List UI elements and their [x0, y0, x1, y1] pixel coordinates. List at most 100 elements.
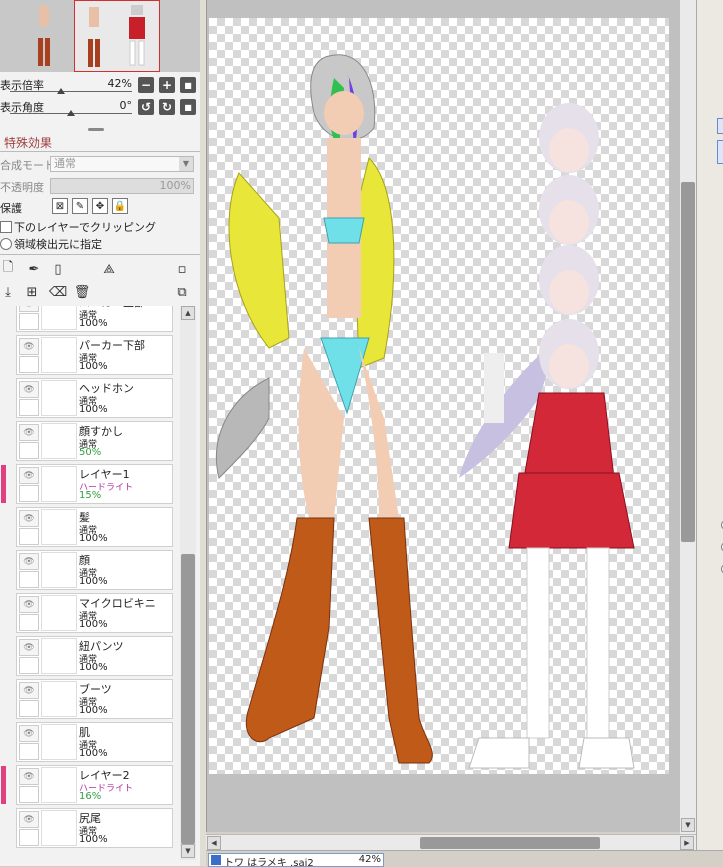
canvas-viewport[interactable] [206, 0, 697, 832]
layer-thumbnail [41, 595, 77, 631]
eye-icon[interactable]: 👁 [19, 811, 39, 828]
angle-reset-button[interactable]: ■ [180, 99, 196, 115]
layer-opacity: 100% [79, 662, 108, 673]
canvas-horizontal-scrollbar[interactable]: ◀ ▶ [206, 834, 696, 851]
effects-divider [0, 151, 200, 152]
layer-row[interactable]: 👁 ヘッドホン 通常 100% [16, 378, 173, 418]
layer-mask-icon[interactable]: ▫ [174, 261, 190, 277]
rotate-left-icon[interactable]: ↺ [138, 99, 154, 115]
right-panel-tab-2[interactable] [717, 140, 723, 164]
merge-down-icon[interactable]: ⤓ [0, 284, 16, 300]
opacity-slider[interactable]: 100% [50, 178, 194, 194]
character-2-head-studies [539, 103, 599, 315]
canvas-vertical-scrollbar[interactable]: ▼ [680, 0, 696, 834]
navigator-viewport-frame[interactable] [74, 0, 160, 72]
angle-slider-knob[interactable] [67, 110, 75, 116]
scroll-down-icon[interactable]: ▼ [181, 844, 195, 858]
layer-lock-toggle[interactable] [19, 614, 39, 631]
angle-row: 表示角度 0° ↺ ↻ ■ [0, 96, 200, 118]
new-layer-icon[interactable]: 🗋 [0, 260, 16, 277]
layer-row[interactable]: 👁 顔通常 100% [16, 550, 173, 590]
left-panel: 表示倍率 42% − + ■ 表示角度 0° ↺ ↻ ■ 特殊効果 合成モード … [0, 0, 200, 866]
eye-icon[interactable]: 👁 [19, 467, 39, 484]
eye-icon[interactable]: 👁 [19, 424, 39, 441]
canvas-scroll-down-icon[interactable]: ▼ [681, 818, 695, 832]
layer-row[interactable]: 👁 顔すかし 通常 50% [16, 421, 173, 461]
rotate-right-icon[interactable]: ↻ [159, 99, 175, 115]
eye-icon[interactable]: 👁 [19, 338, 39, 355]
layer-row[interactable]: 👁パーカー上部通常100% [16, 306, 173, 332]
layer-row[interactable]: 👁 レイヤー1 ハードライト 15% [1, 464, 173, 504]
layer-row[interactable]: 👁 肌通常 100% [16, 722, 173, 762]
layer-row[interactable]: 👁 パーカー下部 通常 100% [16, 335, 173, 375]
eye-icon[interactable]: 👁 [19, 596, 39, 613]
layer-lock-toggle[interactable] [19, 829, 39, 846]
blend-mode-label: 合成モード [0, 159, 55, 172]
eye-icon[interactable]: 👁 [19, 510, 39, 527]
duplicate-layer-icon[interactable]: ⊞ [24, 284, 40, 300]
protect-pen-icon[interactable]: ✎ [72, 198, 88, 214]
eye-icon[interactable]: 👁 [19, 639, 39, 656]
layer-lock-toggle[interactable] [19, 442, 39, 459]
layer-lock-toggle[interactable] [19, 743, 39, 760]
zoom-slider-knob[interactable] [57, 88, 66, 94]
zoom-slider[interactable] [10, 91, 132, 92]
layer-lock-toggle[interactable] [19, 528, 39, 545]
layer-row[interactable]: 👁 髪通常 100% [16, 507, 173, 547]
layer-lock-toggle[interactable] [19, 700, 39, 717]
canvas-v-scroll-thumb[interactable] [681, 182, 695, 542]
eye-icon[interactable]: 👁 [19, 381, 39, 398]
new-pen-layer-icon[interactable]: ✒ [26, 261, 42, 277]
layer-row[interactable]: 👁 マイクロビキニ 通常 100% [16, 593, 173, 633]
clear-layer-icon[interactable]: ⌫ [49, 284, 67, 300]
effects-title: 特殊効果 [4, 136, 53, 150]
zoom-in-button[interactable]: + [159, 77, 175, 93]
eye-icon[interactable]: 👁 [19, 553, 39, 570]
layer-list-scroll-thumb[interactable] [181, 554, 195, 844]
clip-checkbox[interactable] [0, 221, 12, 233]
protect-transparency-icon[interactable]: ⊠ [52, 198, 68, 214]
layer-lock-toggle[interactable] [19, 485, 39, 502]
eye-icon[interactable]: 👁 [19, 768, 39, 785]
layer-lock-toggle[interactable] [19, 356, 39, 373]
layer-row[interactable]: 👁 レイヤー2 ハードライト 16% [1, 765, 173, 805]
layer-lock-toggle[interactable] [19, 571, 39, 588]
layer-thumbnail [41, 638, 77, 674]
eye-icon[interactable]: 👁 [19, 725, 39, 742]
layer-opacity: 100% [79, 705, 108, 716]
panel-divider-grip[interactable] [88, 128, 104, 131]
layer-row[interactable]: 👁 紐パンツ 通常 100% [16, 636, 173, 676]
layer-thumbnail [41, 810, 77, 846]
protect-lock-icon[interactable]: 🔒 [112, 198, 128, 214]
zoom-out-button[interactable]: − [138, 77, 154, 93]
blend-mode-select[interactable]: 通常 ▼ [50, 156, 194, 172]
document-tab[interactable]: トワ はラメキ .sai2 42% [208, 853, 384, 867]
layer-row[interactable]: 👁 尻尾 通常 100% [16, 808, 173, 848]
scroll-right-icon[interactable]: ▶ [680, 836, 694, 850]
vector-layer-icon[interactable]: ⟁ [98, 261, 120, 277]
eye-icon[interactable]: 👁 [19, 306, 39, 312]
layer-lock-toggle[interactable] [19, 786, 39, 803]
layer-properties-icon[interactable]: ⧉ [172, 284, 192, 300]
layer-lock-toggle[interactable] [19, 657, 39, 674]
new-layer-set-icon[interactable]: ▯ [50, 261, 66, 277]
zoom-reset-button[interactable]: ■ [180, 77, 196, 93]
layer-thumbnail [41, 724, 77, 760]
trash-icon[interactable]: 🗑 [74, 284, 91, 300]
layer-lock-toggle[interactable] [19, 313, 39, 330]
canvas-paper[interactable] [209, 18, 669, 774]
layer-opacity: 100% [79, 834, 108, 845]
layer-row[interactable]: 👁 ブーツ 通常 100% [16, 679, 173, 719]
navigator-preview[interactable] [0, 0, 200, 72]
protect-move-icon[interactable]: ✥ [92, 198, 108, 214]
eye-icon[interactable]: 👁 [19, 682, 39, 699]
layer-list-scrollbar[interactable]: ▲ ▼ [180, 306, 196, 860]
scroll-up-icon[interactable]: ▲ [181, 306, 195, 320]
zoom-row: 表示倍率 42% − + ■ [0, 74, 200, 96]
navigator-figure-2 [88, 7, 100, 67]
layer-lock-toggle[interactable] [19, 399, 39, 416]
canvas-h-scroll-thumb[interactable] [420, 837, 600, 849]
source-radio[interactable] [0, 238, 12, 250]
right-panel-tab[interactable] [717, 118, 723, 134]
scroll-left-icon[interactable]: ◀ [207, 836, 221, 850]
